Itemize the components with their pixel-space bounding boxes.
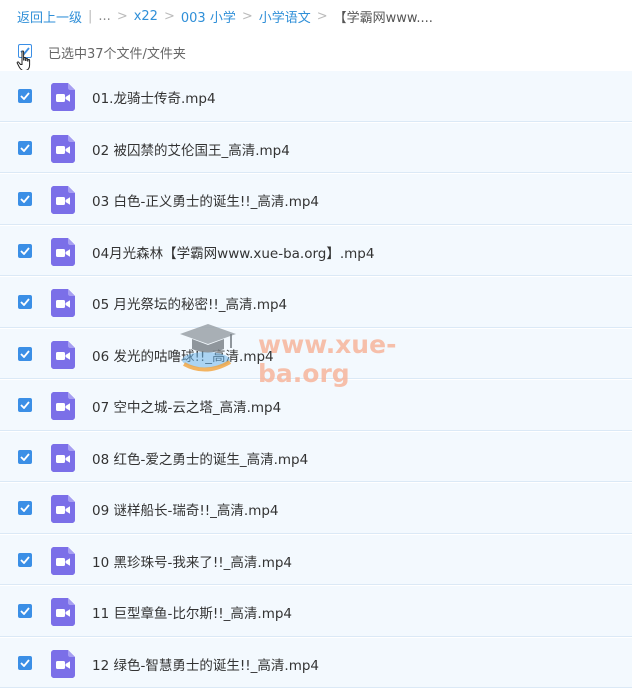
selection-count: 已选中37个文件/文件夹 [48,47,186,62]
file-row[interactable]: 04月光森林【学霸网www.xue-ba.org】.mp4 [0,224,632,276]
video-file-icon [51,186,75,214]
breadcrumb-separator: > [316,8,328,24]
file-name[interactable]: 10 黑珍珠号-我来了!!_高清.mp4 [92,551,292,571]
file-name[interactable]: 12 绿色-智慧勇士的诞生!!_高清.mp4 [92,654,319,674]
file-checkbox[interactable] [18,192,32,206]
checkmark-icon [20,504,30,512]
file-name[interactable]: 07 空中之城-云之塔_高清.mp4 [92,396,281,416]
video-file-icon [51,83,75,111]
video-file-icon [51,546,75,575]
hand-pointer-icon [16,50,31,71]
video-file-icon [51,443,75,472]
breadcrumb: 返回上一级 | ... > x22 > 003 小学 > 小学语文 > 【学霸网… [0,0,632,32]
breadcrumb-separator: > [241,8,253,24]
file-name[interactable]: 03 白色-正义勇士的诞生!!_高清.mp4 [92,190,319,210]
file-name[interactable]: 08 红色-爱之勇士的诞生_高清.mp4 [92,448,308,468]
file-row[interactable]: 09 谜样船长-瑞奇!!_高清.mp4 [0,482,632,534]
file-name[interactable]: 06 发光的咕噜球!!_高清.mp4 [92,345,274,365]
breadcrumb-separator: > [163,8,175,24]
checkmark-icon [20,195,30,203]
selection-bar: 已选中37个文件/文件夹 [0,32,632,71]
file-checkbox[interactable] [18,295,32,309]
checkmark-icon [20,92,30,100]
breadcrumb-current: 【学霸网www.... [333,10,433,26]
file-checkbox[interactable] [18,604,32,618]
file-row[interactable]: 10 黑珍珠号-我来了!!_高清.mp4 [0,533,632,585]
breadcrumb-separator: > [116,8,128,24]
file-checkbox[interactable] [18,89,32,103]
file-checkbox[interactable] [18,398,32,412]
file-row[interactable]: 08 红色-爱之勇士的诞生_高清.mp4 [0,430,632,482]
checkmark-icon [20,246,30,255]
breadcrumb-item-x22[interactable]: x22 [134,9,158,24]
video-file-icon [51,134,75,163]
video-file-icon [51,649,75,678]
file-checkbox[interactable] [18,501,32,515]
video-file-icon [51,340,75,369]
checkmark-icon [20,452,30,461]
breadcrumb-item-003[interactable]: 003 小学 [181,7,236,26]
file-name[interactable]: 09 谜样船长-瑞奇!!_高清.mp4 [92,499,279,519]
file-checkbox[interactable] [18,140,32,155]
video-file-icon [51,289,75,317]
checkmark-icon [20,607,30,615]
file-row[interactable]: 05 月光祭坛的秘密!!_高清.mp4 [0,276,632,328]
breadcrumb-divider: | [88,8,93,24]
back-link[interactable]: 返回上一级 [17,7,82,26]
video-file-icon [51,598,75,626]
file-name[interactable]: 05 月光祭坛的秘密!!_高清.mp4 [92,293,287,313]
file-row[interactable]: 12 绿色-智慧勇士的诞生!!_高清.mp4 [0,636,632,688]
checkmark-icon [20,349,30,358]
file-name[interactable]: 04月光森林【学霸网www.xue-ba.org】.mp4 [92,242,374,262]
file-row[interactable]: 07 空中之城-云之塔_高清.mp4 [0,379,632,431]
file-checkbox[interactable] [18,655,32,670]
checkmark-icon [20,143,30,152]
file-row[interactable]: 02 被囚禁的艾伦国王_高清.mp4 [0,121,632,173]
video-file-icon [51,392,75,420]
breadcrumb-ellipsis[interactable]: ... [98,9,110,24]
video-file-icon [51,495,75,523]
checkmark-icon [20,401,30,409]
file-row[interactable]: 03 白色-正义勇士的诞生!!_高清.mp4 [0,173,632,225]
file-list: 01.龙骑士传奇.mp4 02 被囚禁的艾伦国王_高清.mp4 03 白色-正义… [0,70,632,688]
file-row[interactable]: 01.龙骑士传奇.mp4 [0,70,632,122]
checkmark-icon [20,555,30,564]
checkmark-icon [20,298,30,306]
breadcrumb-item-chinese[interactable]: 小学语文 [259,7,311,26]
file-checkbox[interactable] [18,243,32,258]
file-name[interactable]: 01.龙骑士传奇.mp4 [92,87,216,107]
file-row[interactable]: 11 巨型章鱼-比尔斯!!_高清.mp4 [0,585,632,637]
checkmark-icon [20,658,30,667]
file-name[interactable]: 11 巨型章鱼-比尔斯!!_高清.mp4 [92,602,292,622]
video-file-icon [51,237,75,266]
file-checkbox[interactable] [18,552,32,567]
file-name[interactable]: 02 被囚禁的艾伦国王_高清.mp4 [92,139,290,159]
file-checkbox[interactable] [18,449,32,464]
file-row[interactable]: 06 发光的咕噜球!!_高清.mp4 [0,327,632,379]
file-checkbox[interactable] [18,346,32,361]
